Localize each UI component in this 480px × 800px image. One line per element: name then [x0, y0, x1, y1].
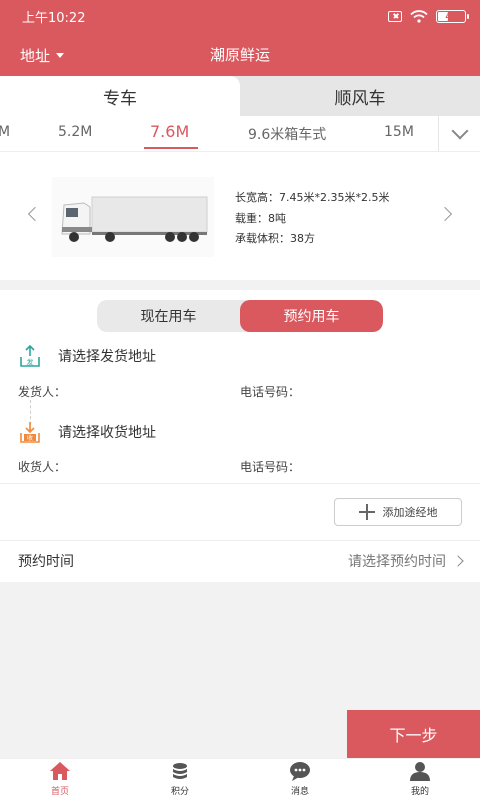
- add-waypoint-button[interactable]: 添加途经地: [334, 498, 462, 526]
- nav-profile-label: 我的: [410, 787, 429, 797]
- spec-load: 载重：8吨: [235, 211, 286, 225]
- status-bar: 上午10:22 40: [0, 0, 480, 32]
- coins-icon: [173, 763, 187, 779]
- status-icons: 40: [388, 9, 469, 23]
- bottom-nav: 首页 积分 消息 我的: [0, 758, 480, 800]
- booking-time-row[interactable]: 预约时间 请选择预约时间: [18, 551, 464, 571]
- receiver-icon: 收: [20, 422, 40, 443]
- receiver-phone-label[interactable]: 电话号码：: [240, 458, 300, 475]
- location-selector[interactable]: 地址: [20, 45, 65, 66]
- nav-points-label: 积分: [170, 787, 189, 797]
- mode-switch: 现在用车 预约用车: [97, 300, 383, 332]
- battery-level: 40: [445, 11, 457, 21]
- nav-points[interactable]: 积分: [120, 759, 240, 800]
- booking-time-label: 预约时间: [18, 554, 74, 570]
- size-option[interactable]: 5.2M: [58, 124, 92, 140]
- shipper-person-label[interactable]: 发货人：: [18, 383, 240, 400]
- booking-time-placeholder: 请选择预约时间: [348, 554, 446, 570]
- shipper-contact-row: 发货人： 电话号码：: [18, 383, 462, 400]
- vehicle-card: 长宽高：7.45米*2.35米*2.5米 载重：8吨 承载体积：38方: [0, 152, 480, 280]
- user-icon: [410, 762, 430, 781]
- nav-profile[interactable]: 我的: [360, 759, 480, 800]
- spec-volume: 承载体积：38方: [235, 232, 315, 245]
- divider: [0, 540, 480, 541]
- shipper-icon-text: 发: [27, 358, 34, 367]
- size-option[interactable]: 15M: [384, 124, 414, 140]
- prev-vehicle-icon[interactable]: [27, 206, 43, 222]
- divider: [0, 483, 480, 484]
- next-step-button[interactable]: 下一步: [347, 710, 480, 758]
- booking-form: 现在用车 预约用车 发 请选择发货地址 发货人： 电话号码： 收 请选择收货地址…: [0, 290, 480, 582]
- spec-dimensions: 长宽高：7.45米*2.35米*2.5米: [235, 191, 390, 204]
- expand-sizes-button[interactable]: [438, 116, 480, 151]
- receiver-icon-text: 收: [27, 434, 33, 442]
- message-icon: [290, 762, 310, 781]
- tab-dedicated[interactable]: 专车: [0, 76, 240, 116]
- mode-scheduled[interactable]: 预约用车: [240, 300, 383, 332]
- shipper-address-prompt: 请选择发货地址: [58, 349, 156, 365]
- receiver-address-row[interactable]: 收 请选择收货地址: [18, 420, 156, 444]
- service-tabs: 专车 顺风车: [0, 76, 480, 116]
- vehicle-specs: 长宽高：7.45米*2.35米*2.5米 载重：8吨 承载体积：38方: [235, 188, 389, 250]
- home-icon: [50, 762, 70, 780]
- receiver-address-prompt: 请选择收货地址: [58, 425, 156, 441]
- size-option-selected[interactable]: 7.6M: [150, 122, 189, 141]
- shipper-icon: 发: [20, 344, 40, 367]
- nav-messages[interactable]: 消息: [240, 759, 360, 800]
- selected-underline: [144, 147, 198, 149]
- chevron-down-icon: [451, 122, 468, 140]
- add-waypoint-label: 添加途经地: [382, 506, 438, 519]
- nav-home-label: 首页: [50, 787, 69, 797]
- truck-image: [52, 177, 214, 257]
- battery-icon: 40: [436, 9, 469, 23]
- nav-messages-label: 消息: [290, 787, 309, 797]
- plus-icon: [358, 504, 375, 520]
- shipper-address-row[interactable]: 发 请选择发货地址: [18, 344, 156, 368]
- nav-home[interactable]: 首页: [0, 759, 120, 800]
- title-bar: 地址 潮原鲜运: [0, 32, 480, 76]
- header-bar: 上午10:22 40 地址 潮原鲜运: [0, 0, 480, 76]
- receiver-contact-row: 收货人： 电话号码：: [18, 458, 462, 475]
- shipper-phone-label[interactable]: 电话号码：: [240, 383, 300, 400]
- receiver-person-label[interactable]: 收货人：: [18, 458, 240, 475]
- size-option[interactable]: 9.6米箱车式: [248, 124, 326, 144]
- status-time: 上午10:22: [22, 10, 86, 26]
- next-vehicle-icon[interactable]: [437, 206, 453, 222]
- chevron-right-icon: [452, 555, 464, 567]
- size-option[interactable]: M: [0, 124, 10, 140]
- sim-icon: [388, 10, 402, 22]
- caret-down-icon: [56, 53, 65, 58]
- mode-now[interactable]: 现在用车: [97, 300, 240, 332]
- location-label: 地址: [20, 47, 51, 65]
- vehicle-size-selector: M 5.2M 7.6M 9.6米箱车式 15M: [0, 116, 480, 152]
- wifi-icon: [410, 9, 428, 23]
- tab-rideshare[interactable]: 顺风车: [240, 76, 480, 116]
- app-title: 潮原鲜运: [209, 45, 270, 64]
- booking-time-picker[interactable]: 请选择预约时间: [348, 551, 464, 571]
